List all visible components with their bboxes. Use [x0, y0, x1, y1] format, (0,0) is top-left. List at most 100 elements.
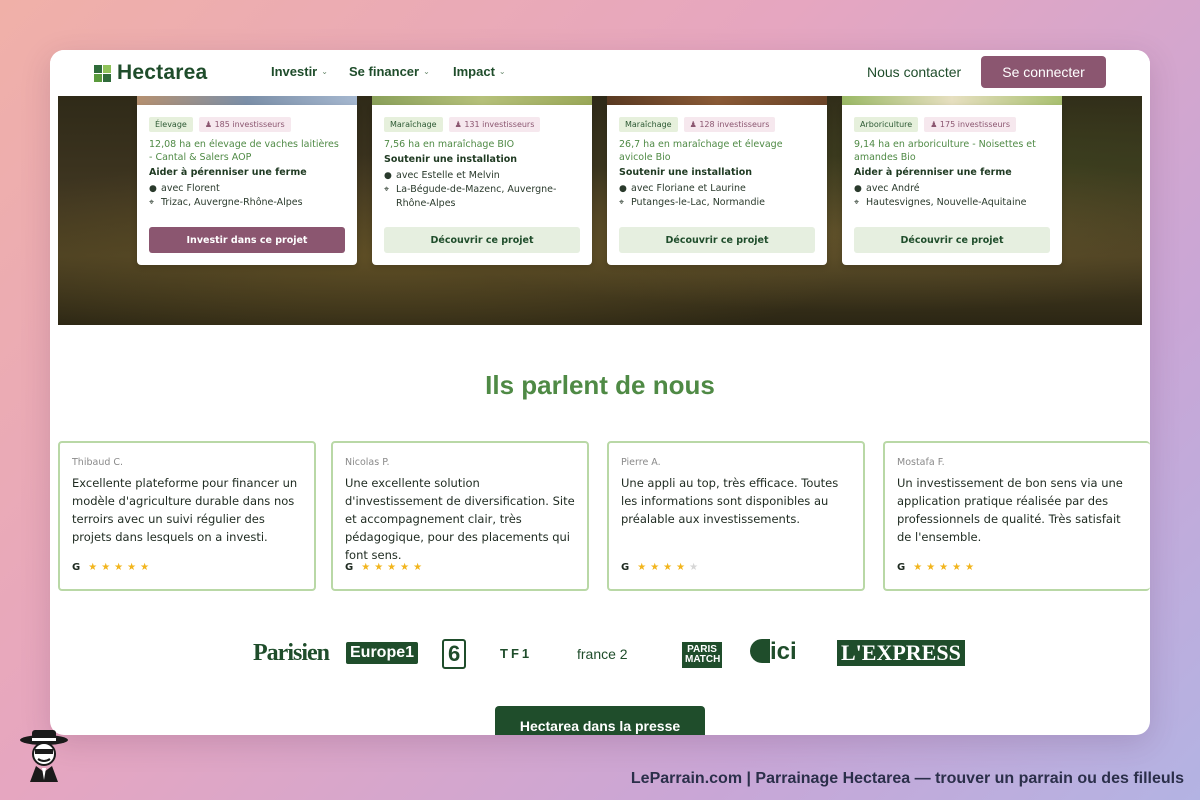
star-icon: ★: [374, 562, 384, 573]
star-icon: ★: [387, 562, 397, 573]
nav-investir[interactable]: Investir ⌄: [271, 64, 328, 79]
press-logo-parisien: Parisien: [253, 640, 330, 666]
star-icon: ★: [400, 562, 410, 573]
nav-impact[interactable]: Impact ⌄: [453, 64, 506, 79]
project-subtitle: Soutenir une installation: [619, 167, 753, 178]
star-icon: ★: [939, 562, 949, 573]
rating: G ★ ★ ★ ★ ★: [897, 562, 974, 573]
person-icon: ●: [384, 171, 392, 181]
discover-button[interactable]: Découvrir ce projet: [854, 227, 1050, 253]
press-logo-france2: france 2: [577, 646, 628, 662]
testimonial-card: Nicolas P. Une excellente solution d'inv…: [331, 441, 589, 591]
project-location: La-Bégude-de-Mazenc, Auvergne-Rhône-Alpe…: [396, 184, 557, 209]
star-icon: ★: [926, 562, 936, 573]
star-icon: ★: [965, 562, 975, 573]
press-logo-m6: 6: [442, 639, 467, 669]
project-subtitle: Soutenir une installation: [384, 154, 518, 165]
nav-se-financer[interactable]: Se financer ⌄: [349, 64, 430, 79]
project-card[interactable]: Arboriculture 175 investisseurs 9,14 ha …: [842, 105, 1062, 265]
project-title[interactable]: 12,08 ha en élevage de vaches laitières …: [149, 138, 345, 164]
google-icon: G: [345, 562, 354, 573]
project-subtitle: Aider à pérenniser une ferme: [149, 167, 307, 178]
location-pin-icon: ⌖: [149, 198, 155, 208]
project-card[interactable]: Maraîchage 128 investisseurs 26,7 ha en …: [607, 105, 827, 265]
reviewer-name: Thibaud C.: [72, 457, 124, 468]
investors-tag: 131 investisseurs: [448, 117, 541, 132]
location-pin-icon: ⌖: [619, 198, 625, 208]
logo-icon: [94, 64, 111, 82]
project-title[interactable]: 26,7 ha en maraîchage et élevage avicole…: [619, 138, 815, 164]
testimonial-card: Pierre A. Une appli au top, très efficac…: [607, 441, 865, 591]
farmer-name: avec Floriane et Laurine: [631, 183, 746, 194]
star-icon: ★: [952, 562, 962, 573]
category-tag: Arboriculture: [854, 117, 919, 132]
press-logo-europe1: Europe1: [346, 642, 419, 664]
review-text: Un investissement de bon sens via une ap…: [897, 476, 1123, 544]
star-icon: ★: [663, 562, 673, 573]
press-logo-lexpress: L'EXPRESS: [837, 640, 965, 666]
project-location: Hautesvignes, Nouvelle-Aquitaine: [866, 197, 1027, 208]
section-title: Ils parlent de nous: [485, 370, 715, 400]
person-icon: ●: [619, 184, 627, 194]
rating: G ★ ★ ★ ★ ★: [72, 562, 149, 573]
ici-label: ici: [770, 638, 797, 665]
invest-button[interactable]: Investir dans ce projet: [149, 227, 345, 253]
project-card[interactable]: Maraîchage 131 investisseurs 7,56 ha en …: [372, 105, 592, 265]
google-icon: G: [897, 562, 906, 573]
rating: G ★ ★ ★ ★ ★: [621, 562, 698, 573]
farmer-name: avec André: [866, 183, 920, 194]
star-icon: ★: [114, 562, 124, 573]
star-icon: ★: [413, 562, 423, 573]
review-text: Une appli au top, très efficace. Toutes …: [621, 476, 839, 526]
testimonial-card: Thibaud C. Excellente plateforme pour fi…: [58, 441, 316, 591]
location-pin-icon: ⌖: [384, 185, 390, 195]
chevron-down-icon: ⌄: [321, 67, 328, 76]
press-logo-ici: ici: [750, 638, 797, 666]
star-icon: ★: [361, 562, 371, 573]
testimonial-card: Mostafa F. Un investissement de bon sens…: [883, 441, 1150, 591]
login-button[interactable]: Se connecter: [981, 56, 1106, 88]
google-icon: G: [621, 562, 630, 573]
star-icon: ★: [127, 562, 137, 573]
category-tag: Élevage: [149, 117, 193, 132]
google-icon: G: [72, 562, 81, 573]
project-location: Putanges-le-Lac, Normandie: [631, 197, 765, 208]
star-icon: ★: [140, 562, 150, 573]
browser-window: Élevage 185 investisseurs 12,08 ha en él…: [50, 50, 1150, 735]
review-text: Excellente plateforme pour financer un m…: [72, 476, 298, 544]
discover-button[interactable]: Découvrir ce projet: [384, 227, 580, 253]
farmer-name: avec Estelle et Melvin: [396, 170, 500, 181]
star-icon: ★: [88, 562, 98, 573]
brand-name: Hectarea: [117, 61, 208, 84]
location-pin-icon: ⌖: [854, 198, 860, 208]
rating: G ★ ★ ★ ★ ★: [345, 562, 422, 573]
project-card[interactable]: Élevage 185 investisseurs 12,08 ha en él…: [137, 105, 357, 265]
person-icon: ●: [854, 184, 862, 194]
brand-logo[interactable]: Hectarea: [94, 61, 207, 85]
star-icon: ★: [101, 562, 111, 573]
investors-tag: 175 investisseurs: [924, 117, 1016, 132]
footer-caption: LeParrain.com | Parrainage Hectarea — tr…: [630, 770, 1184, 787]
nav-label: Impact: [453, 64, 495, 79]
star-icon: ★: [676, 562, 686, 573]
press-button[interactable]: Hectarea dans la presse: [495, 706, 705, 735]
top-navbar: Hectarea Investir ⌄ Se financer ⌄ Impact ⌄ …: [50, 50, 1150, 96]
star-icon: ★: [637, 562, 647, 573]
project-title[interactable]: 7,56 ha en maraîchage BIO: [384, 138, 580, 151]
ici-circle-icon: [750, 639, 770, 663]
star-empty-icon: ★: [689, 562, 699, 573]
press-logo-tf1: TF1: [500, 646, 533, 661]
reviewer-name: Pierre A.: [621, 457, 661, 468]
chevron-down-icon: ⌄: [423, 67, 430, 76]
project-title[interactable]: 9,14 ha en arboriculture - Noisettes et …: [854, 138, 1050, 164]
mascot-logo: [20, 730, 68, 782]
contact-link[interactable]: Nous contacter: [867, 64, 961, 80]
review-text: Une excellente solution d'investissement…: [345, 476, 575, 562]
nav-label: Se financer: [349, 64, 420, 79]
reviewer-name: Mostafa F.: [897, 457, 945, 468]
investors-tag: 185 investisseurs: [198, 117, 291, 132]
person-icon: ●: [149, 184, 157, 194]
nav-label: Investir: [271, 64, 318, 79]
discover-button[interactable]: Découvrir ce projet: [619, 227, 815, 253]
reviewer-name: Nicolas P.: [345, 457, 390, 468]
